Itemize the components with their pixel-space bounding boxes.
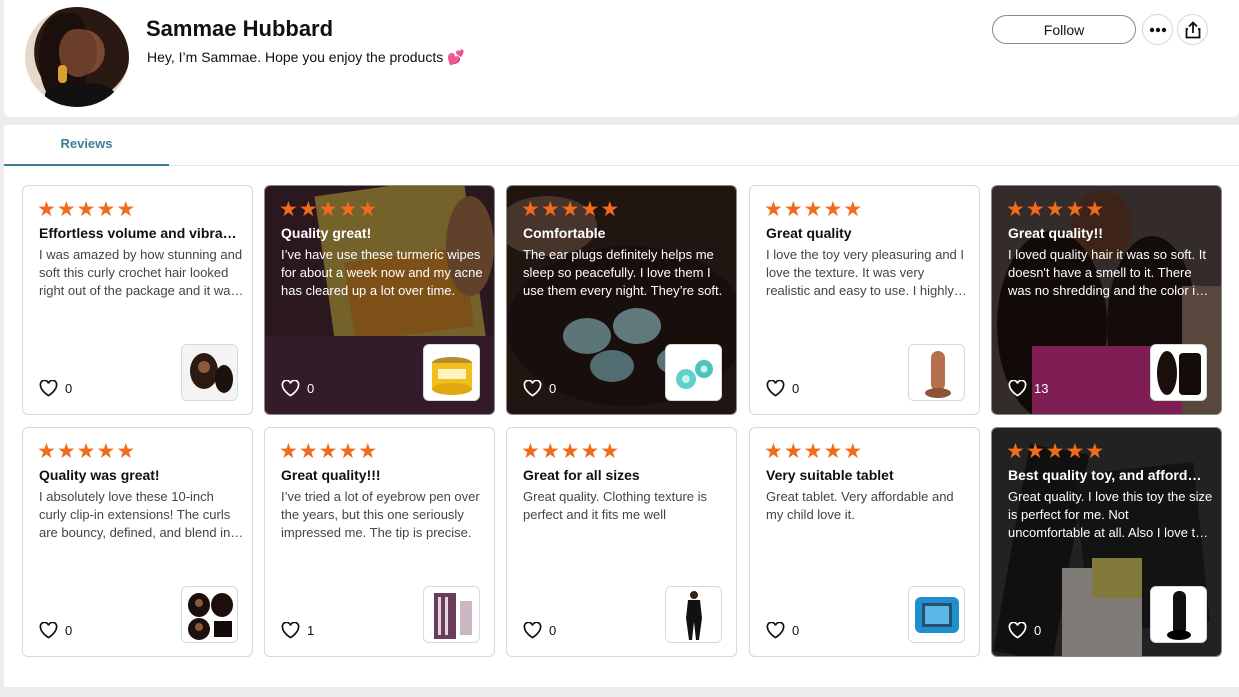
tab-bar: Reviews	[4, 125, 1239, 166]
hearts-emoji: 💕	[447, 49, 465, 65]
like-button[interactable]: 0	[39, 380, 72, 397]
review-title: Effortless volume and vibrant curls	[39, 225, 239, 241]
review-title: Best quality toy, and affordable	[1008, 467, 1208, 483]
share-button[interactable]	[1177, 14, 1208, 45]
follow-button[interactable]: Follow	[992, 15, 1136, 44]
like-button[interactable]: 0	[1008, 622, 1041, 639]
review-body: I’ve tried a lot of eyebrow pen over the…	[281, 489, 480, 540]
star-rating: ★ ★ ★ ★ ★	[764, 439, 863, 463]
like-count: 0	[65, 381, 73, 396]
like-count: 0	[792, 623, 800, 638]
more-options-button[interactable]	[1142, 14, 1173, 45]
like-count: 0	[549, 381, 557, 396]
star-rating: ★ ★ ★ ★ ★	[37, 197, 136, 221]
eyebrow-pen-icon[interactable]	[423, 586, 480, 643]
heart-icon	[523, 380, 542, 397]
like-button[interactable]: 0	[281, 380, 314, 397]
heart-icon	[281, 380, 300, 397]
review-title: Quality was great!	[39, 467, 160, 483]
like-count: 0	[549, 623, 557, 638]
review-title: Great quality!!!	[281, 467, 381, 483]
kids-tablet-icon[interactable]	[908, 586, 965, 643]
share-icon	[1185, 20, 1200, 38]
review-card[interactable]: ★ ★ ★ ★ ★ Great quality!!! I’ve tried a lot …	[264, 427, 495, 657]
review-title: Great for all sizes	[523, 467, 640, 483]
like-button[interactable]: 0	[766, 622, 799, 639]
like-button[interactable]: 13	[1008, 380, 1048, 397]
turmeric-jar-icon[interactable]	[423, 344, 480, 401]
review-title: Comfortable	[523, 225, 606, 241]
like-button[interactable]: 1	[281, 622, 314, 639]
hair-bundle-icon[interactable]	[1150, 344, 1207, 401]
ear-plugs-icon[interactable]	[665, 344, 722, 401]
review-card[interactable]: ★★★★★ Effortless volume and vibrant curl…	[22, 185, 253, 415]
jumpsuit-icon[interactable]	[665, 586, 722, 643]
more-dots-icon	[1149, 27, 1166, 32]
review-body: I’ve have use these turmeric wipes for a…	[281, 247, 483, 298]
like-button[interactable]: 0	[39, 622, 72, 639]
review-card[interactable]: ★ ★ ★ ★ ★ Best quality toy, and affordable G…	[991, 427, 1222, 657]
star-rating: ★ ★ ★ ★ ★	[764, 197, 863, 221]
review-card[interactable]: ★ ★ ★ ★ ★ Great quality I love the toy very …	[749, 185, 980, 415]
review-card[interactable]: ★ ★ ★ ★ ★ Quality great! I’ve have use these…	[264, 185, 495, 415]
star-rating: ★ ★ ★ ★ ★	[521, 197, 620, 221]
review-card[interactable]: ★ ★ ★ ★ ★ Great for all sizes Great quality.…	[506, 427, 737, 657]
reviews-section: Reviews ★ ★ ★ ★ ★ Effortless volume and vibr…	[4, 125, 1239, 687]
star-rating: ★ ★ ★ ★ ★	[37, 439, 136, 463]
star-rating: ★ ★ ★ ★ ★	[279, 197, 378, 221]
heart-icon	[523, 622, 542, 639]
heart-icon	[766, 380, 785, 397]
review-body: Great quality. I love this toy the size …	[1008, 489, 1213, 540]
star-rating: ★ ★ ★ ★ ★	[1006, 439, 1105, 463]
like-count: 0	[792, 381, 800, 396]
like-count: 13	[1034, 381, 1049, 396]
like-button[interactable]: 0	[523, 622, 556, 639]
avatar[interactable]	[25, 7, 129, 107]
review-body: I loved quality hair it was so soft. It …	[1008, 247, 1206, 298]
like-count: 0	[65, 623, 73, 638]
toy-icon[interactable]	[908, 344, 965, 401]
heart-icon	[1008, 622, 1027, 639]
like-button[interactable]: 0	[523, 380, 556, 397]
review-title: Quality great!	[281, 225, 372, 241]
clip-in-extensions-icon[interactable]	[181, 586, 238, 643]
review-body: Great tablet. Very affordable and my chi…	[766, 489, 954, 522]
like-count: 1	[307, 623, 315, 638]
review-title: Great quality!!	[1008, 225, 1103, 241]
profile-bio: Hey, I’m Sammae. Hope you enjoy the prod…	[147, 49, 465, 66]
review-card[interactable]: ★ ★ ★ ★ ★ Comfortable The ear plugs definite…	[506, 185, 737, 415]
bio-text: Hey, I’m Sammae. Hope you enjoy the prod…	[147, 49, 444, 65]
review-title: Great quality	[766, 225, 852, 241]
review-body: The ear plugs definitely helps me sleep …	[523, 247, 723, 298]
star-rating: ★ ★ ★ ★ ★	[279, 439, 378, 463]
heart-icon	[281, 622, 300, 639]
review-body: I absolutely love these 10-inch curly cl…	[39, 489, 231, 540]
profile-name: Sammae Hubbard	[146, 16, 334, 41]
review-body: I love the toy very pleasuring and I lov…	[766, 247, 965, 298]
heart-icon	[766, 622, 785, 639]
like-button[interactable]: 0	[766, 380, 799, 397]
black-toy-icon[interactable]	[1150, 586, 1207, 643]
tab-reviews[interactable]: Reviews	[4, 125, 169, 166]
review-card[interactable]: ★ ★ ★ ★ ★ Great quality!! I loved quality ha…	[991, 185, 1222, 415]
star-rating: ★ ★ ★ ★ ★	[521, 439, 620, 463]
review-body: Great quality. Clothing texture is perfe…	[523, 489, 708, 522]
like-count: 0	[1034, 623, 1042, 638]
heart-icon	[39, 622, 58, 639]
heart-icon	[1008, 380, 1027, 397]
curly-hair-icon[interactable]	[181, 344, 238, 401]
review-title: Very suitable tablet	[766, 467, 894, 483]
review-card[interactable]: ★ ★ ★ ★ ★ Quality was great! I absolutely lo…	[22, 427, 253, 657]
like-count: 0	[307, 381, 315, 396]
heart-icon	[39, 380, 58, 397]
review-body: I was amazed by how stunning and soft th…	[39, 247, 243, 298]
review-card[interactable]: ★ ★ ★ ★ ★ Very suitable tablet Great tablet.…	[749, 427, 980, 657]
star-rating: ★ ★ ★ ★ ★	[1006, 197, 1105, 221]
profile-header: Sammae Hubbard Hey, I’m Sammae. Hope you…	[4, 0, 1239, 117]
